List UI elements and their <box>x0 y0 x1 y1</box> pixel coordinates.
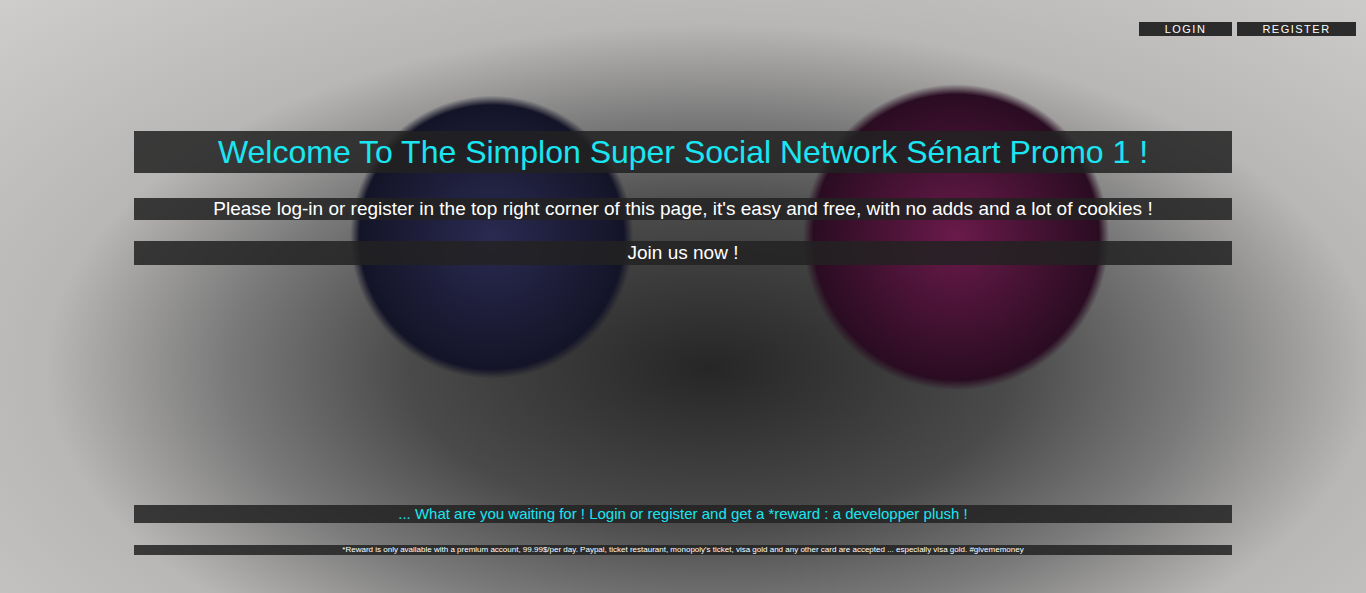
content-column: Welcome To The Simplon Super Social Netw… <box>134 131 1232 555</box>
welcome-title: Welcome To The Simplon Super Social Netw… <box>134 131 1232 173</box>
nav-button[interactable]: LOGIN <box>1139 22 1232 36</box>
intro-text: Please log-in or register in the top rig… <box>134 198 1232 220</box>
join-text: Join us now ! <box>134 241 1232 265</box>
promo-text: ... What are you waiting for ! Login or … <box>134 505 1232 523</box>
top-nav: LOGIN REGISTER <box>0 0 1366 36</box>
footnote-text: *Reward is only available with a premium… <box>134 545 1232 555</box>
landing-page: LOGIN REGISTER Welcome To The Simplon Sup… <box>0 0 1366 593</box>
nav-button[interactable]: REGISTER <box>1237 22 1356 36</box>
